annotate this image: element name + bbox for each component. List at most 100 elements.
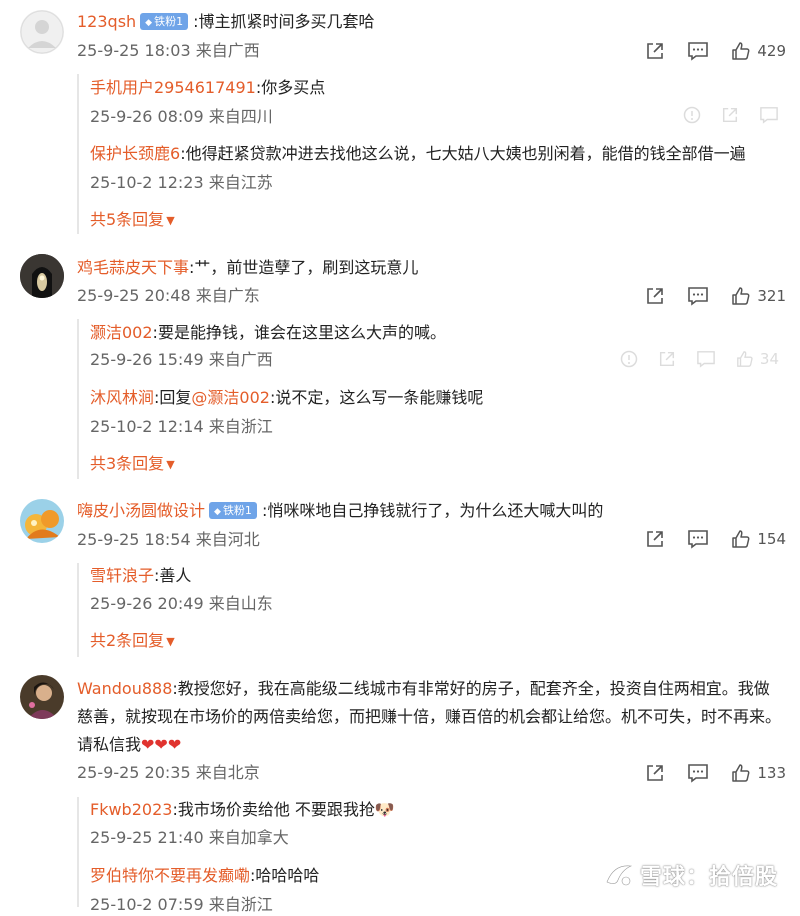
like-button[interactable]: 154: [731, 529, 786, 549]
expand-replies-link[interactable]: 共3条回复 ▼: [90, 453, 175, 476]
reply-meta: 25-9-26 20:49 来自山东: [90, 594, 273, 613]
comment-icon: [688, 287, 709, 306]
reply-text: :说不定，这么写一条能赚钱呢: [269, 388, 484, 407]
reply-meta: 25-10-2 12:14 来自浙江: [90, 417, 273, 436]
thumbs-up-icon: [732, 764, 750, 782]
comment-icon: [688, 764, 709, 783]
comment-actions: 321: [623, 284, 786, 308]
share-icon[interactable]: [721, 106, 739, 124]
like-count: 133: [757, 764, 786, 782]
comment-actions: 429: [623, 39, 786, 63]
comment-body: 123qsh ◆ 铁粉1:博主抓紧时间多买几套哈: [77, 8, 782, 36]
comment-body: 嗨皮小汤圆做设计 ◆ 铁粉1:悄咪咪地自己挣钱就行了，为什么还大喊大叫的: [77, 497, 782, 525]
info-icon[interactable]: [620, 350, 638, 368]
expand-replies-link[interactable]: 共5条回复 ▼: [90, 209, 175, 232]
reply-body: 罗伯特你不要再发癫嘞:哈哈哈哈: [90, 864, 319, 888]
share-icon: [647, 765, 664, 781]
reply-text: :善人: [154, 566, 192, 585]
username-link[interactable]: 鸡毛蒜皮天下事: [77, 258, 189, 277]
comment-button[interactable]: [687, 286, 709, 306]
share-icon[interactable]: [658, 350, 676, 368]
comment-text: :艹，前世造孽了，刷到这玩意儿: [189, 258, 419, 277]
like-count: 154: [757, 530, 786, 548]
comment-button[interactable]: [687, 763, 709, 783]
reply-meta: 25-10-2 07:59 来自浙江: [90, 895, 273, 914]
avatar[interactable]: [20, 675, 64, 719]
comment-text: :教授您好，我在高能级二线城市有非常好的房子，配套齐全，投资自住两相宜。我做慈善…: [77, 679, 782, 754]
share-button[interactable]: [645, 529, 665, 549]
share-button[interactable]: [645, 286, 665, 306]
avatar[interactable]: [20, 10, 64, 54]
username-link[interactable]: 雪轩浪子: [90, 566, 154, 585]
reply-thread: 雪轩浪子:善人 25-9-26 20:49 来自山东 共2条回复 ▼: [77, 563, 789, 657]
share-button[interactable]: [645, 41, 665, 61]
username-link[interactable]: Fkwb2023: [90, 800, 172, 819]
dog-emoji: 🐶: [374, 800, 395, 819]
caret-down-icon: ▼: [166, 214, 175, 227]
username-link[interactable]: 灏洁002: [90, 323, 153, 342]
watermark: 雪球：拾倍股: [604, 859, 778, 891]
reply-actions: [663, 106, 779, 124]
reply-thread: 手机用户2954617491:你多买点 25-9-26 08:09 来自四川 保…: [77, 74, 789, 234]
comment-text: :博主抓紧时间多买几套哈: [193, 12, 375, 31]
comment-body: 鸡毛蒜皮天下事:艹，前世造孽了，刷到这玩意儿: [77, 254, 782, 282]
comment-icon: [688, 530, 709, 549]
expand-replies-link[interactable]: 共2条回复 ▼: [90, 630, 175, 653]
avatar[interactable]: [20, 499, 64, 543]
like-button[interactable]: 429: [731, 41, 786, 61]
thumbs-up-icon: [732, 42, 750, 60]
reply-meta: 25-9-26 15:49 来自广西: [90, 350, 273, 369]
comment-text: :悄咪咪地自己挣钱就行了，为什么还大喊大叫的: [261, 501, 604, 520]
username-link[interactable]: 沐风林涧: [90, 388, 154, 407]
thumbs-up-icon: [732, 287, 750, 305]
username-link[interactable]: 手机用户2954617491: [90, 78, 256, 97]
username-link[interactable]: 罗伯特你不要再发癫嘞: [90, 866, 250, 885]
username-link[interactable]: 嗨皮小汤圆做设计: [77, 501, 205, 520]
reply-text: :你多买点: [255, 78, 326, 97]
comment-button[interactable]: [687, 529, 709, 549]
reply-meta: 25-9-25 21:40 来自加拿大: [90, 828, 289, 847]
thumbs-up-icon[interactable]: 34: [736, 350, 779, 368]
username-link[interactable]: Wandou888: [77, 679, 172, 698]
reply-text: :要是能挣钱，谁会在这里这么大声的喊。: [152, 323, 446, 342]
thumbs-up-icon: [732, 530, 750, 548]
caret-down-icon: ▼: [166, 458, 175, 471]
like-count: 321: [757, 287, 786, 305]
reply-actions: 34: [600, 350, 779, 368]
reply-text: :我市场价卖给他 不要跟我抢: [172, 800, 375, 819]
comment-meta: 25-9-25 20:35 来自北京: [77, 763, 260, 782]
reply-text: :哈哈哈哈: [250, 866, 320, 885]
reply-body: 保护长颈鹿6:他得赶紧贷款冲进去找他这么说，七大姑八大姨也别闲着，能借的钱全部借…: [90, 142, 746, 166]
reply-body: Fkwb2023:我市场价卖给他 不要跟我抢🐶: [90, 798, 395, 822]
reply-thread: 灏洁002:要是能挣钱，谁会在这里这么大声的喊。 25-9-26 15:49 来…: [77, 319, 789, 479]
reply-text: :他得赶紧贷款冲进去找他这么说，七大姑八大姨也别闲着，能借的钱全部借一遍: [180, 144, 746, 163]
avatar[interactable]: [20, 254, 64, 298]
xueqiu-logo-icon: [606, 865, 633, 886]
reply-body: 雪轩浪子:善人: [90, 564, 191, 588]
comment-actions: 133: [623, 761, 786, 785]
like-button[interactable]: 133: [731, 763, 786, 783]
fan-badge: ◆ 铁粉1: [140, 13, 189, 30]
comment-icon[interactable]: [696, 350, 716, 368]
reply-body: 手机用户2954617491:你多买点: [90, 76, 325, 100]
comment-meta: 25-9-25 20:48 来自广东: [77, 286, 260, 305]
comment-icon[interactable]: [759, 106, 779, 124]
comment-actions: 154: [623, 527, 786, 551]
like-button[interactable]: 321: [731, 286, 786, 306]
reply-meta: 25-10-2 12:23 来自江苏: [90, 173, 273, 192]
comment-button[interactable]: [687, 41, 709, 61]
caret-down-icon: ▼: [166, 635, 175, 648]
comment-body: Wandou888:教授您好，我在高能级二线城市有非常好的房子，配套齐全，投资自…: [77, 675, 783, 759]
mention-link[interactable]: @灏洁002: [191, 388, 270, 407]
heart-emoji: ❤❤❤: [141, 735, 182, 754]
reply-body: 沐风林涧:回复@灏洁002:说不定，这么写一条能赚钱呢: [90, 388, 484, 407]
info-icon[interactable]: [683, 106, 701, 124]
fan-badge: ◆ 铁粉1: [209, 502, 257, 519]
like-count: 429: [757, 42, 786, 60]
reply-body: 灏洁002:要是能挣钱，谁会在这里这么大声的喊。: [90, 321, 446, 345]
reply-meta: 25-9-26 08:09 来自四川: [90, 107, 273, 126]
comment-icon: [688, 42, 709, 61]
username-link[interactable]: 123qsh: [77, 12, 136, 31]
share-button[interactable]: [645, 763, 665, 783]
username-link[interactable]: 保护长颈鹿6: [90, 144, 180, 163]
